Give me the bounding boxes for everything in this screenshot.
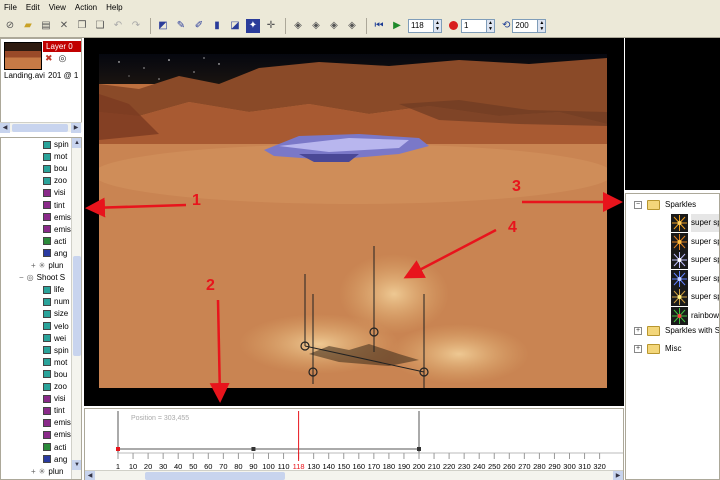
arrow-2 (209, 299, 230, 403)
annotation-label-2: 2 (206, 277, 215, 294)
annotation-label-4: 4 (508, 219, 517, 236)
arrow-1 (85, 197, 187, 218)
annotation-label-1: 1 (192, 192, 201, 209)
annotation-label-3: 3 (512, 178, 521, 195)
arrow-4 (403, 228, 497, 279)
annotations-overlay: 1 2 3 4 (85, 178, 623, 403)
